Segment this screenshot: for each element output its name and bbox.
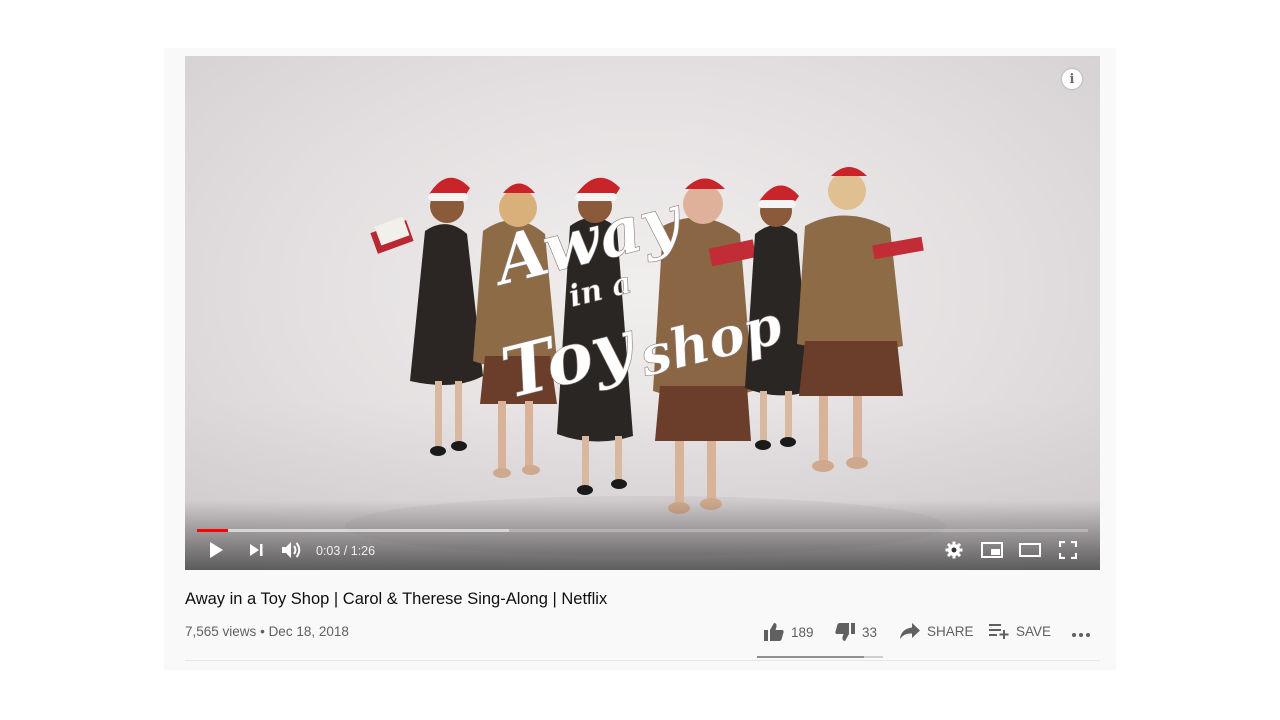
dislike-count: 33 xyxy=(862,624,878,640)
save-button[interactable]: SAVE xyxy=(988,622,1051,640)
fullscreen-icon xyxy=(1059,541,1077,559)
thumbs-up-icon xyxy=(764,623,784,641)
thumbs-down-icon xyxy=(835,623,855,641)
sentiment-bar xyxy=(757,656,883,658)
playlist-add-icon xyxy=(989,624,1009,639)
progress-buffered xyxy=(197,529,509,532)
more-actions-button[interactable] xyxy=(1071,622,1097,646)
sentiment-bar-likes xyxy=(757,656,865,658)
info-icon[interactable]: i xyxy=(1062,69,1082,89)
video-meta: 7,565 views • Dec 18, 2018 xyxy=(185,624,349,639)
settings-button[interactable] xyxy=(943,538,965,562)
view-count: 7,565 views xyxy=(185,624,257,639)
video-player[interactable]: Away in a Toy shop i 0:03 / 1:26 xyxy=(185,56,1100,570)
play-icon xyxy=(210,542,223,558)
video-frame xyxy=(345,167,945,556)
divider xyxy=(185,660,1100,661)
like-button[interactable]: 189 xyxy=(763,622,814,642)
like-count: 189 xyxy=(791,624,814,640)
miniplayer-button[interactable] xyxy=(980,538,1004,562)
next-button[interactable] xyxy=(245,538,267,562)
volume-icon xyxy=(282,542,301,558)
time-display: 0:03 / 1:26 xyxy=(316,544,376,558)
progress-bar[interactable] xyxy=(197,529,1088,532)
share-button[interactable]: SHARE xyxy=(899,622,974,640)
dislike-button[interactable]: 33 xyxy=(834,622,877,642)
skip-next-icon xyxy=(250,544,263,556)
video-title: Away in a Toy Shop | Carol & Therese Sin… xyxy=(185,590,608,608)
progress-played xyxy=(197,529,229,532)
share-label: SHARE xyxy=(927,623,974,639)
gear-icon xyxy=(945,541,963,559)
more-horiz-icon xyxy=(1072,633,1090,637)
theater-mode-button[interactable] xyxy=(1018,538,1042,562)
mute-button[interactable] xyxy=(280,538,304,562)
save-label: SAVE xyxy=(1016,623,1052,639)
meta-separator: • xyxy=(260,624,265,639)
share-icon xyxy=(900,623,920,639)
upload-date: Dec 18, 2018 xyxy=(268,624,349,639)
miniplayer-icon xyxy=(981,542,1003,558)
play-button[interactable] xyxy=(205,538,227,562)
theater-mode-icon xyxy=(1019,543,1041,557)
fullscreen-button[interactable] xyxy=(1057,538,1079,562)
